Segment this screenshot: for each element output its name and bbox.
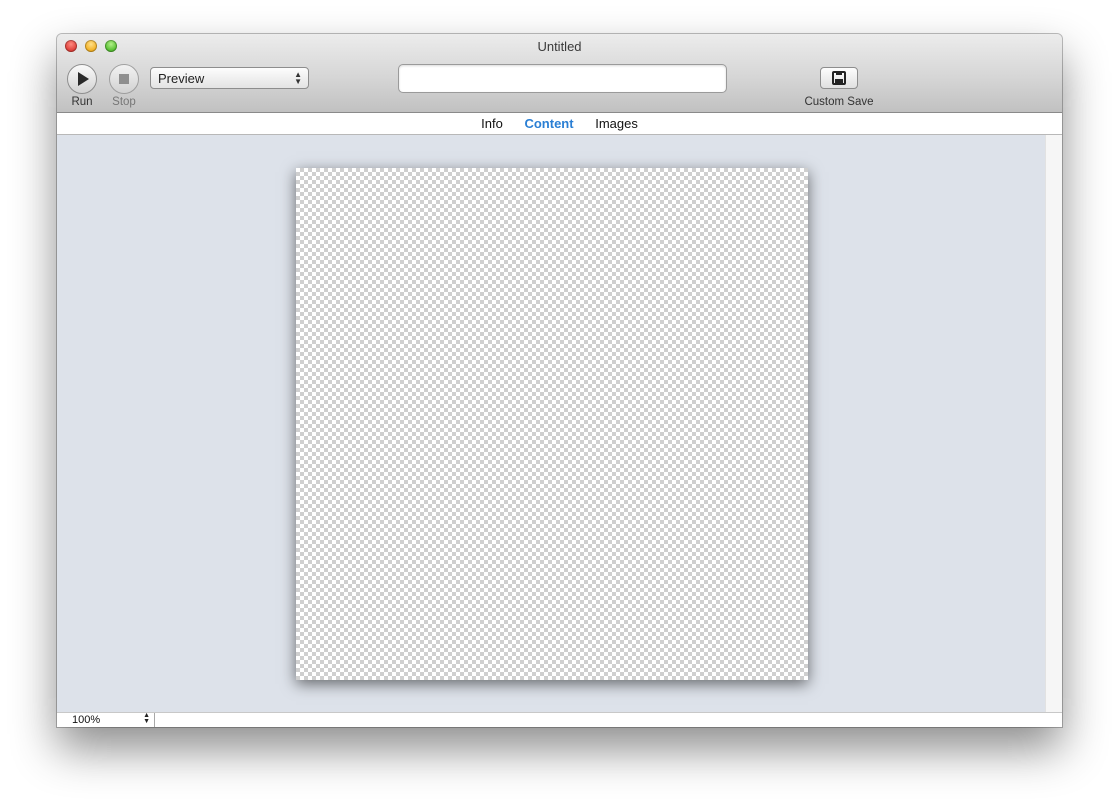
updown-arrows-icon: ▲ ▼ bbox=[294, 70, 302, 86]
floppy-disk-icon bbox=[832, 71, 846, 85]
transparent-canvas[interactable] bbox=[296, 168, 808, 680]
tab-info[interactable]: Info bbox=[481, 113, 503, 135]
url-input[interactable] bbox=[398, 64, 727, 93]
stop-label: Stop bbox=[112, 96, 136, 108]
toolbar: Untitled Run Stop Preview ▲ ▼ Custom Save bbox=[57, 34, 1062, 113]
tab-images[interactable]: Images bbox=[595, 113, 638, 135]
custom-save-label: Custom Save bbox=[804, 96, 874, 108]
stop-button[interactable] bbox=[109, 64, 139, 94]
run-label: Run bbox=[71, 96, 93, 108]
window-title: Untitled bbox=[537, 39, 582, 54]
run-button[interactable] bbox=[67, 64, 97, 94]
stop-icon bbox=[119, 74, 129, 84]
custom-save-button[interactable] bbox=[820, 67, 858, 89]
vertical-scrollbar[interactable] bbox=[1045, 135, 1062, 712]
tab-content[interactable]: Content bbox=[524, 113, 573, 135]
play-icon bbox=[78, 72, 89, 86]
mode-select-value: Preview bbox=[158, 71, 205, 86]
tab-bar: Info Content Images bbox=[57, 113, 1062, 135]
content-area bbox=[57, 135, 1045, 712]
app-window: Untitled Run Stop Preview ▲ ▼ Custom Save… bbox=[57, 34, 1062, 727]
updown-arrows-icon: ▲ ▼ bbox=[143, 712, 150, 725]
status-bar: 100% ▲ ▼ bbox=[57, 712, 1062, 727]
zoom-value: 100% bbox=[72, 714, 101, 726]
zoom-select[interactable]: 100% ▲ ▼ bbox=[57, 712, 155, 727]
mode-select[interactable]: Preview ▲ ▼ bbox=[150, 67, 309, 89]
